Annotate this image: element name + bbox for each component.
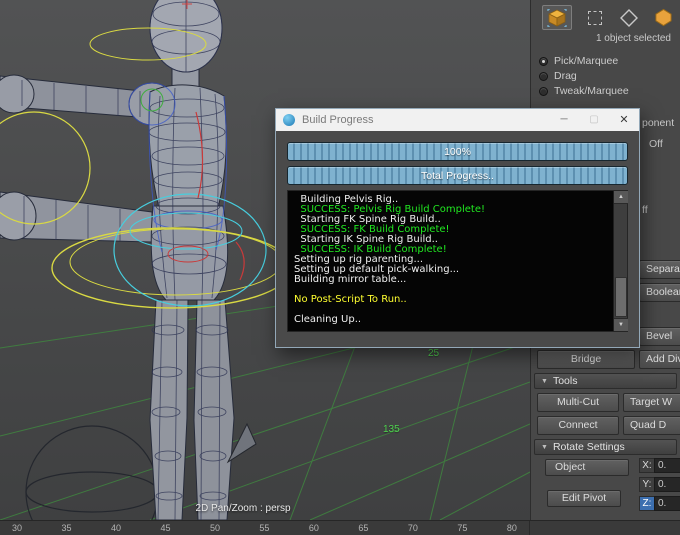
section-title: Tools [552, 375, 578, 387]
quad-draw-button[interactable]: Quad D [623, 416, 680, 435]
cube-tool-icon[interactable] [542, 5, 572, 30]
timeline-ruler[interactable]: 30 35 40 45 50 55 60 65 70 75 80 [0, 520, 680, 535]
object-dropdown[interactable]: Object [545, 459, 629, 476]
close-icon[interactable]: ✕ [609, 109, 639, 131]
timeline-tick: 60 [308, 523, 319, 533]
soft-select-tool-icon[interactable] [648, 5, 678, 30]
y-axis-field[interactable]: 0. [654, 477, 680, 492]
multi-cut-button[interactable]: Multi-Cut [537, 393, 619, 412]
timeline-tick: 70 [407, 523, 418, 533]
progress-percent: 100% [444, 145, 471, 158]
radio-icon [539, 71, 548, 81]
timeline-tick: 75 [457, 523, 468, 533]
radio-label: Tweak/Marquee [554, 85, 629, 97]
radio-label: Drag [554, 70, 577, 82]
timeline-tick: 30 [12, 523, 23, 533]
chevron-down-icon: ▼ [541, 444, 548, 451]
edit-pivot-button[interactable]: Edit Pivot [547, 490, 621, 507]
scroll-thumb[interactable] [615, 277, 627, 317]
connect-button[interactable]: Connect [537, 416, 619, 435]
radio-icon [539, 86, 548, 96]
section-title: Rotate Settings [552, 441, 625, 453]
booleans-button[interactable]: Boolean [639, 283, 680, 302]
pivot-z-row: Z: 0. [639, 496, 680, 511]
off-toggle-label[interactable]: Off [649, 138, 663, 150]
dialog-body: 100% Total Progress.. Building Pelvis Ri… [276, 131, 639, 340]
tools-section-header[interactable]: ▼ Tools [534, 373, 677, 389]
x-axis-field[interactable]: 0. [654, 458, 680, 473]
pivot-x-row: X: 0. [639, 458, 680, 473]
x-axis-label: X: [639, 458, 654, 473]
total-progress-label: Total Progress.. [421, 169, 494, 182]
build-log: Building Pelvis Rig.. SUCCESS: Pelvis Ri… [287, 190, 628, 332]
timeline-tick: 55 [259, 523, 270, 533]
selection-status: 1 object selected [595, 33, 671, 44]
radio-pick-marquee[interactable]: Pick/Marquee [539, 55, 618, 67]
dialog-app-icon [283, 114, 295, 126]
timeline-tick: 35 [61, 523, 72, 533]
build-progress-dialog: Build Progress ─ ▢ ✕ 100% Total Progress… [275, 108, 640, 348]
log-line: No Post-Script To Run.. [294, 294, 407, 305]
add-divisions-button[interactable]: Add Div [639, 350, 680, 369]
minimize-button[interactable]: ─ [549, 109, 579, 131]
rotate-settings-section-header[interactable]: ▼ Rotate Settings [534, 439, 677, 455]
maximize-button[interactable]: ▢ [579, 109, 609, 131]
timeline-tick: 50 [209, 523, 220, 533]
separate-button[interactable]: Separat [639, 260, 680, 279]
y-axis-label: Y: [639, 477, 654, 492]
progress-bar-current: 100% [287, 142, 628, 161]
scroll-down-icon[interactable]: ▼ [614, 318, 628, 331]
log-line: Cleaning Up.. [294, 314, 362, 325]
diamond-tool-icon[interactable] [614, 5, 644, 30]
timeline-tick: 80 [506, 523, 517, 533]
target-weld-button[interactable]: Target W [623, 393, 680, 412]
grid-coordinate-label: 25 [428, 348, 440, 359]
pivot-y-row: Y: 0. [639, 477, 680, 492]
radio-label: Pick/Marquee [554, 55, 619, 67]
radio-icon [539, 56, 548, 66]
log-scrollbar[interactable]: ▲ ▼ [613, 191, 628, 331]
timeline-tick: 45 [160, 523, 171, 533]
timeline-tick: 65 [358, 523, 369, 533]
component-label-fragment: ponent [642, 117, 675, 129]
dialog-title: Build Progress [302, 114, 374, 126]
grid-coordinate-label: 135 [383, 424, 400, 435]
chevron-down-icon: ▼ [541, 378, 548, 385]
radio-drag[interactable]: Drag [539, 70, 577, 82]
app-window: 25 135 2D Pan/Zoom : persp 1 object sele… [0, 0, 680, 535]
dialog-titlebar[interactable]: Build Progress ─ ▢ ✕ [276, 109, 639, 131]
radio-tweak-marquee[interactable]: Tweak/Marquee [539, 85, 629, 97]
marquee-glyph [588, 10, 602, 25]
bevel-button[interactable]: Bevel [639, 327, 680, 346]
timeline-tick: 40 [110, 523, 121, 533]
log-output: Building Pelvis Rig.. SUCCESS: Pelvis Ri… [288, 191, 613, 331]
scroll-up-icon[interactable]: ▲ [614, 191, 628, 204]
marquee-tool-icon[interactable] [580, 5, 610, 30]
z-axis-label: Z: [639, 496, 654, 511]
log-line: Building mirror table... [294, 274, 407, 285]
progress-bar-total: Total Progress.. [287, 166, 628, 185]
pan-zoom-indicator: 2D Pan/Zoom : persp [195, 503, 291, 514]
off-toggle-label[interactable]: ff [642, 204, 648, 216]
timeline-ticks: 30 35 40 45 50 55 60 65 70 75 80 [0, 521, 530, 535]
z-axis-field[interactable]: 0. [654, 496, 680, 511]
bridge-button[interactable]: Bridge [537, 350, 635, 369]
